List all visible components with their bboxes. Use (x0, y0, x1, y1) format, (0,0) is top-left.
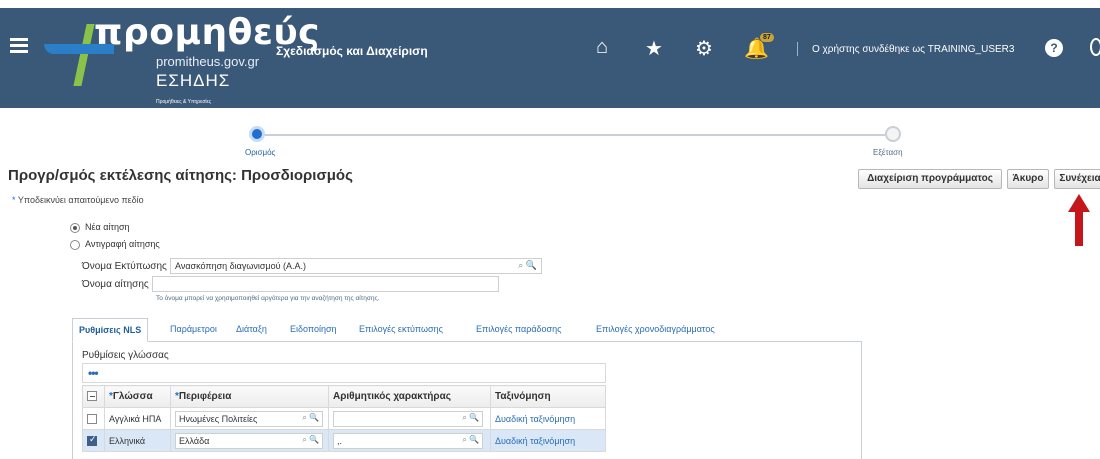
tab-print-options[interactable]: Επιλογές εκτύπωσης (353, 318, 449, 342)
col-territory: *Περιφέρεια (170, 385, 329, 408)
lov-search-icon[interactable]: ⌕ 🔍 (302, 435, 319, 445)
lov-search-icon[interactable]: ⌕ 🔍 (462, 413, 479, 423)
tab-bar: Ρυθμίσεις NLS Παράμετροι Διάταξη Ειδοποί… (72, 318, 862, 342)
territory-cell: Ηνωμένες Πολιτείες ⌕ 🔍 (170, 407, 329, 430)
train-step-review[interactable] (885, 126, 901, 142)
language-settings-title: Ρυθμίσεις γλώσσας (82, 350, 169, 361)
numeric-cell: ,. ⌕ 🔍 (328, 429, 491, 452)
train-step-define-label: Ορισμός (245, 148, 276, 157)
table-header-row: *Γλώσσα *Περιφέρεια Αριθμητικός χαρακτήρ… (82, 385, 606, 408)
row-checkbox-checked[interactable] (87, 434, 97, 446)
lov-search-icon[interactable]: ⌕ 🔍 (302, 413, 319, 423)
select-all-checkbox[interactable] (87, 391, 97, 402)
red-arrow-shaft (1075, 210, 1083, 246)
language-table: *Γλώσσα *Περιφέρεια Αριθμητικός χαρακτήρ… (82, 385, 606, 452)
tab-notification[interactable]: Ειδοποίηση (284, 318, 343, 342)
train-step-review-label: Εξέταση (873, 148, 903, 157)
home-icon[interactable]: ⌂ (596, 36, 608, 59)
app-title: Σχεδιασμός και Διαχείριση (276, 44, 428, 58)
required-field-note: * Υποδεικνύει απαιτούμενο πεδίο (12, 195, 144, 205)
cancel-button[interactable]: Άκυρο (1007, 169, 1049, 189)
print-name-label: Όνομα Εκτύπωσης (82, 261, 167, 272)
sort-cell[interactable]: Δυαδική ταξινόμηση (490, 429, 606, 452)
numeric-char-input[interactable]: ,. ⌕ 🔍 (333, 432, 483, 449)
page-title: Προγρ/σμός εκτέλεσης αίτησης: Προσδιορισ… (8, 167, 353, 184)
help-icon[interactable]: ? (1045, 39, 1063, 57)
sort-cell[interactable]: Δυαδική ταξινόμηση (490, 407, 606, 430)
promitheus-logo[interactable]: προμηθεύς promitheus.gov.gr ΕΣΗΔΗΣ Προμή… (44, 12, 320, 105)
header-top-strip (0, 0, 1100, 8)
tab-delivery-options[interactable]: Επιλογές παράδοσης (470, 318, 567, 342)
lov-search-icon[interactable]: ⌕ 🔍 (462, 435, 479, 445)
row-checkbox[interactable] (87, 413, 97, 424)
territory-cell: Ελλάδα ⌕ 🔍 (170, 429, 329, 452)
header-separator (797, 42, 798, 56)
tab-nls-settings[interactable]: Ρυθμίσεις NLS (72, 318, 149, 342)
gear-icon[interactable]: ⚙ (695, 36, 713, 61)
select-all-header[interactable] (82, 385, 105, 408)
numeric-cell: ⌕ 🔍 (328, 407, 491, 430)
territory-input[interactable]: Ηνωμένες Πολιτείες ⌕ 🔍 (175, 410, 323, 427)
train-step-define[interactable] (249, 126, 265, 142)
logo-eshds: ΕΣΗΔΗΣ Προμήθειες & Υπηρεσίες (156, 71, 231, 105)
table-toolbar: ••• (82, 363, 606, 383)
train-line (257, 134, 893, 136)
radio-copy-request[interactable]: Αντιγραφή αίτησης (70, 239, 160, 250)
row-select-cell[interactable] (82, 407, 105, 430)
notification-badge[interactable]: 87 (760, 33, 774, 42)
continue-button[interactable]: Συνέχεια (1054, 169, 1100, 189)
logged-in-user: Ο χρήστης συνδέθηκε ως TRAINING_USER3 (812, 44, 1015, 55)
star-icon[interactable]: ★ (645, 36, 663, 61)
col-sort: Ταξινόμηση (490, 385, 606, 408)
language-cell: Αγγλικά ΗΠΑ (104, 407, 171, 430)
tab-schedule-options[interactable]: Επιλογές χρονοδιαγράμματος (590, 318, 721, 342)
radio-button[interactable] (70, 239, 80, 250)
row-select-cell[interactable] (82, 429, 105, 452)
hamburger-menu-icon[interactable] (10, 38, 28, 53)
table-row-selected[interactable]: Ελληνικά Ελλάδα⌕ 🔍 ,.⌕ 🔍 Δυαδική ταξινόμ… (82, 429, 606, 452)
logo-swoosh-green (73, 24, 95, 86)
tab-parameters[interactable]: Παράμετροι (164, 318, 223, 342)
numeric-char-input[interactable]: ⌕ 🔍 (333, 410, 483, 427)
territory-input[interactable]: Ελλάδα ⌕ 🔍 (175, 432, 323, 449)
col-numeric-char: Αριθμητικός χαρακτήρας (328, 385, 491, 408)
tab-layout[interactable]: Διάταξη (230, 318, 273, 342)
more-actions-icon[interactable]: ••• (88, 366, 99, 380)
manage-schedule-button[interactable]: Διαχείριση προγράμματος (858, 169, 1002, 189)
radio-new-request[interactable]: Νέα αίτηση (70, 222, 130, 233)
col-language: *Γλώσσα (104, 385, 171, 408)
request-name-label: Όνομα αίτησης (82, 279, 149, 290)
user-menu-icon[interactable] (1090, 38, 1100, 56)
radio-button-selected[interactable] (70, 222, 80, 233)
language-cell: Ελληνικά (104, 429, 171, 452)
lov-search-icon[interactable]: ⌕ 🔍 (518, 260, 537, 271)
logo-domain: promitheus.gov.gr (156, 54, 260, 69)
table-row[interactable]: Αγγλικά ΗΠΑ Ηνωμένες Πολιτείες ⌕ 🔍 ⌕ 🔍 Δυ… (82, 407, 606, 430)
request-name-input[interactable] (152, 276, 499, 292)
print-name-input[interactable]: Ανασκόπηση διαγωνισμού (Α.Α.) ⌕ 🔍 (170, 258, 542, 274)
request-name-hint: Το όνομα μπορεί να χρησιμοποιηθεί αργότε… (156, 295, 380, 302)
